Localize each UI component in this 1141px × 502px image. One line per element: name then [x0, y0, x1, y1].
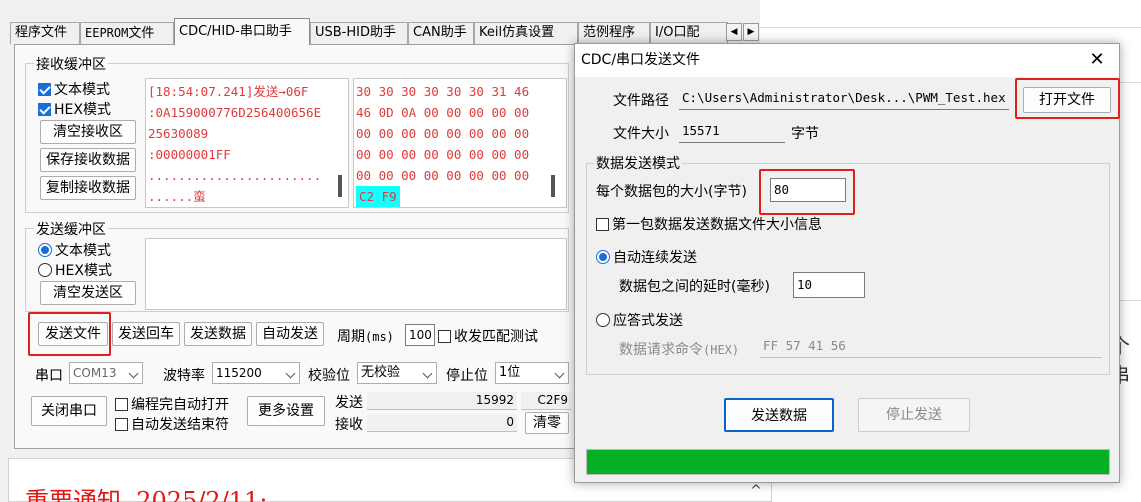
send-file-button[interactable]: 发送文件	[38, 322, 108, 346]
send-mode-group: 数据发送模式 每个数据包的大小(字节) 80 第一包数据发送数据文件大小信息 自…	[586, 153, 1110, 375]
tab-can[interactable]: CAN助手	[408, 22, 474, 44]
file-path-label: 文件路径	[613, 93, 669, 109]
copy-receive-button[interactable]: 复制接收数据	[40, 176, 136, 200]
clear-receive-button[interactable]: 清空接收区	[40, 120, 136, 144]
tab-usb-hid[interactable]: USB-HID助手	[310, 22, 408, 44]
send-file-dialog: CDC/串口发送文件 ✕ 文件路径 C:\Users\Administrator…	[574, 43, 1120, 483]
clear-counts-button[interactable]: 清零	[525, 412, 569, 434]
rx-hex-mode-checkbox[interactable]: HEX模式	[38, 99, 111, 119]
chevron-down-icon	[554, 368, 565, 379]
close-port-button[interactable]: 关闭串口	[31, 396, 107, 426]
sent-count: 15992	[367, 392, 517, 410]
auto-end-checkbox[interactable]: 自动发送结束符	[115, 414, 229, 434]
stop-bits-select[interactable]: 1位	[495, 362, 569, 384]
packet-size-label: 每个数据包的大小(字节)	[596, 184, 747, 200]
rx-text-scroll-thumb[interactable]	[338, 175, 342, 197]
chevron-down-icon	[128, 368, 139, 379]
checkbox-unchecked-icon	[115, 397, 128, 411]
tab-program-file[interactable]: 程序文件	[10, 22, 80, 44]
save-receive-button[interactable]: 保存接收数据	[40, 148, 136, 172]
auto-continuous-radio[interactable]: 自动连续发送	[596, 247, 697, 267]
send-buffer-title: 发送缓冲区	[34, 219, 108, 239]
tab-scroll-right-icon[interactable]: ▶	[743, 23, 759, 41]
background-divider	[760, 27, 1141, 28]
received-label: 接收	[335, 417, 363, 433]
tab-eeprom-file[interactable]: EEPROM文件	[80, 22, 174, 44]
chevron-down-icon	[285, 368, 296, 379]
file-size-field: 15571	[679, 121, 785, 143]
chevron-down-icon	[422, 368, 433, 379]
tab-bar: 程序文件 EEPROM文件 CDC/HID-串口助手 USB-HID助手 CAN…	[10, 18, 770, 45]
checkbox-unchecked-icon	[115, 417, 128, 431]
port-label: 串口	[35, 368, 63, 384]
file-path-field: C:\Users\Administrator\Desk...\PWM_Test.…	[679, 88, 1009, 110]
auto-send-button[interactable]: 自动发送	[256, 322, 324, 346]
tab-scroll-left-icon[interactable]: ◀	[726, 23, 742, 41]
close-icon[interactable]: ✕	[1087, 50, 1107, 70]
radio-unchecked-icon	[38, 263, 52, 277]
rx-hex-highlight: C2 F9	[356, 186, 400, 207]
more-settings-button[interactable]: 更多设置	[247, 396, 325, 426]
send-enter-button[interactable]: 发送回车	[112, 322, 180, 346]
tx-input-area[interactable]	[145, 238, 567, 310]
ack-mode-radio[interactable]: 应答式发送	[596, 310, 683, 330]
rx-hex-view[interactable]: 30 30 30 30 30 30 31 46 46 0D 0A 00 00 0…	[353, 78, 567, 208]
dialog-title: CDC/串口发送文件	[575, 44, 1119, 77]
sent-hex: C2F9	[521, 392, 571, 410]
dialog-send-data-button[interactable]: 发送数据	[724, 398, 834, 432]
serial-assistant-panel: 接收缓冲区 文本模式 HEX模式 清空接收区 保存接收数据 复制接收数据 [18…	[14, 44, 580, 449]
port-select[interactable]: COM13	[69, 362, 143, 384]
radio-unchecked-icon	[596, 313, 610, 327]
rx-text-mode-checkbox[interactable]: 文本模式	[38, 79, 110, 99]
delay-input[interactable]: 10	[793, 272, 865, 298]
delay-label: 数据包之间的延时(毫秒)	[619, 279, 770, 295]
send-progress-bar	[586, 449, 1110, 475]
tab-keil-sim[interactable]: Keil仿真设置	[474, 22, 578, 44]
tab-cdc-hid-serial[interactable]: CDC/HID-串口助手	[174, 18, 310, 45]
sent-label: 发送	[335, 395, 363, 411]
radio-checked-icon	[38, 243, 52, 257]
file-size-unit: 字节	[791, 126, 819, 142]
tab-io-config[interactable]: I/O口配	[650, 22, 728, 44]
send-progress-fill	[587, 450, 1109, 474]
radio-checked-icon	[596, 250, 610, 264]
file-size-label: 文件大小	[613, 126, 669, 142]
send-data-button[interactable]: 发送数据	[184, 322, 252, 346]
stop-send-button[interactable]: 停止发送	[858, 398, 970, 432]
baud-label: 波特率	[163, 368, 205, 384]
clear-send-button[interactable]: 清空发送区	[40, 281, 136, 305]
period-label: 周期(ms)	[337, 329, 394, 345]
open-file-button[interactable]: 打开文件	[1023, 87, 1111, 113]
received-count: 0	[367, 414, 517, 432]
baud-select[interactable]: 115200	[212, 362, 300, 384]
parity-label: 校验位	[308, 368, 350, 384]
checkbox-checked-icon	[38, 102, 51, 116]
checkbox-unchecked-icon	[438, 329, 451, 343]
checkbox-checked-icon	[38, 82, 51, 96]
scroll-up-icon[interactable]: ^	[747, 483, 765, 501]
request-command-label: 数据请求命令(HEX)	[619, 342, 740, 358]
send-mode-title: 数据发送模式	[594, 153, 682, 173]
packet-size-input[interactable]: 80	[770, 178, 846, 202]
rx-hex-scroll-thumb[interactable]	[551, 175, 555, 197]
match-test-checkbox[interactable]: 收发匹配测试	[438, 326, 538, 346]
checkbox-unchecked-icon	[596, 217, 609, 231]
tx-hex-mode-radio[interactable]: HEX模式	[38, 260, 112, 280]
period-input[interactable]: 100	[405, 324, 435, 346]
send-buffer-group: 发送缓冲区 文本模式 HEX模式 清空发送区	[25, 219, 569, 312]
stop-bits-label: 停止位	[446, 368, 488, 384]
request-command-field: FF 57 41 56	[760, 336, 1102, 358]
notice-text: 重要通知, 2025/2/11:	[25, 487, 268, 502]
first-packet-checkbox[interactable]: 第一包数据发送数据文件大小信息	[596, 214, 822, 234]
rx-text-view[interactable]: [18:54:07.241]发送→06F :0A159000776D256400…	[145, 78, 349, 208]
tab-examples[interactable]: 范例程序	[578, 22, 650, 44]
auto-open-checkbox[interactable]: 编程完自动打开	[115, 394, 229, 414]
parity-select[interactable]: 无校验	[357, 362, 437, 384]
receive-buffer-group: 接收缓冲区 文本模式 HEX模式 清空接收区 保存接收数据 复制接收数据 [18…	[25, 54, 569, 213]
tx-text-mode-radio[interactable]: 文本模式	[38, 240, 111, 260]
receive-buffer-title: 接收缓冲区	[34, 54, 108, 74]
